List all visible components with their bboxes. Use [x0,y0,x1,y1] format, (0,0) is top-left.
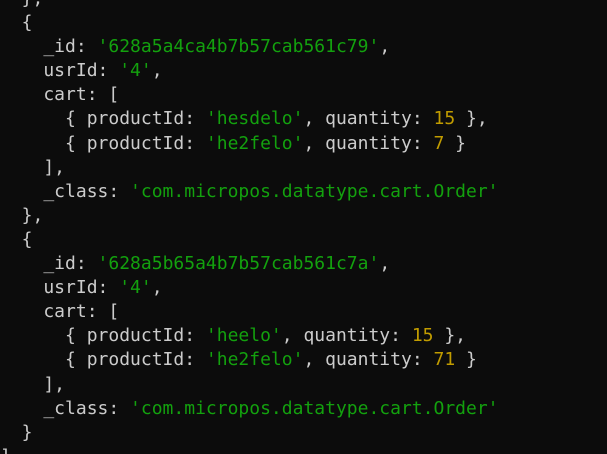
terminal-line: cart: [ [0,300,607,324]
code-token: { productId: [0,108,206,130]
code-token: _class: [0,180,131,202]
string-token: '4' [119,277,152,299]
string-token: 'he2felo' [205,132,304,154]
string-token: 'hesdelo' [205,108,304,130]
string-token: 'he2felo' [205,349,304,371]
number-token: 71 [433,349,456,371]
code-token: _id: [0,253,98,275]
code-token: ], [0,373,66,395]
code-token: cart: [ [0,301,120,323]
code-token: }, [0,204,44,226]
code-token: { productId: [0,132,206,154]
terminal-line: } [0,421,607,445]
code-token: } [444,132,467,154]
code-token: , quantity: [303,132,434,154]
number-token: 15 [411,325,434,347]
terminal-line: ] [0,445,607,454]
code-token: , [379,253,391,275]
code-token: _class: [0,397,131,419]
terminal-output[interactable]: }, { _id: '628a5a4ca4b7b57cab561c79', us… [0,0,607,454]
code-token: , quantity: [281,325,412,347]
code-token: _id: [0,36,98,58]
code-token: , quantity: [303,349,434,371]
terminal-line: { [0,11,607,35]
terminal-line: _id: '628a5b65a4b7b57cab561c7a', [0,252,607,276]
string-token: '628a5b65a4b7b57cab561c7a' [97,253,380,275]
code-token: ], [0,156,66,178]
terminal-line: ], [0,156,607,180]
code-token: ] [0,446,11,454]
code-token: , [379,36,391,58]
terminal-line: _id: '628a5a4ca4b7b57cab561c79', [0,35,607,59]
code-token: }, [0,0,44,9]
code-token: , [151,277,163,299]
code-token: cart: [ [0,84,120,106]
code-token: , quantity: [303,108,434,130]
code-token: { [0,12,33,34]
terminal-line: _class: 'com.micropos.datatype.cart.Orde… [0,180,607,204]
string-token: 'com.micropos.datatype.cart.Order' [130,180,499,202]
code-token: { productId: [0,325,206,347]
terminal-line: { [0,228,607,252]
code-token: , [151,60,163,82]
terminal-line: }, [0,0,607,11]
terminal-line: usrId: '4', [0,59,607,83]
terminal-line: ], [0,373,607,397]
code-token: { [0,228,33,250]
code-token: }, [433,325,467,347]
terminal-line: cart: [ [0,83,607,107]
terminal-line: { productId: 'hesdelo', quantity: 15 }, [0,107,607,131]
terminal-line: { productId: 'heelo', quantity: 15 }, [0,324,607,348]
terminal-line: }, [0,204,607,228]
string-token: 'heelo' [205,325,282,347]
code-token: }, [455,108,488,130]
code-token: } [0,421,33,443]
string-token: '628a5a4ca4b7b57cab561c79' [97,36,380,58]
code-token: usrId: [0,60,120,82]
code-token: { productId: [0,349,206,371]
terminal-line: { productId: 'he2felo', quantity: 71 } [0,348,607,372]
terminal-line: _class: 'com.micropos.datatype.cart.Orde… [0,397,607,421]
terminal-line: usrId: '4', [0,276,607,300]
number-token: 15 [433,108,456,130]
string-token: 'com.micropos.datatype.cart.Order' [130,397,499,419]
terminal-line: { productId: 'he2felo', quantity: 7 } [0,132,607,156]
code-token: usrId: [0,277,120,299]
string-token: '4' [119,60,152,82]
code-token: } [455,349,477,371]
number-token: 7 [433,132,445,154]
